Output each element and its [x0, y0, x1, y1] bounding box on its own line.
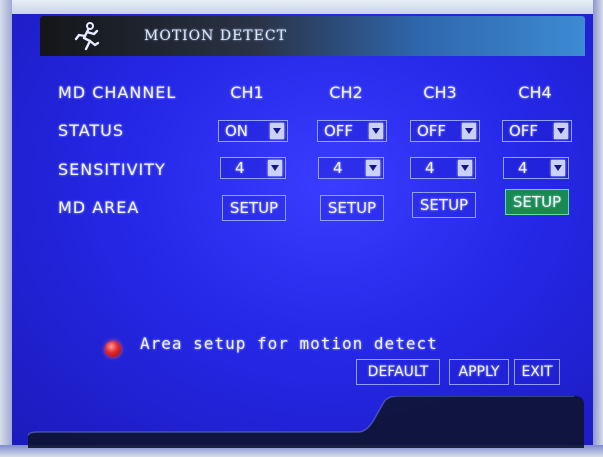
setup-button-ch3[interactable]: SETUP: [412, 192, 476, 218]
channel-header-ch2: CH2: [329, 83, 363, 102]
status-select-ch1[interactable]: ON: [218, 120, 288, 142]
sensitivity-value-ch3: 4: [425, 159, 435, 177]
running-man-icon: [74, 22, 100, 51]
sensitivity-select-ch3[interactable]: 4: [410, 157, 476, 179]
status-select-ch3[interactable]: OFF: [410, 120, 480, 142]
apply-button[interactable]: APPLY: [449, 359, 509, 385]
window-title: MOTION DETECT: [144, 28, 287, 44]
sensitivity-value-ch4: 4: [518, 159, 528, 177]
monitor-bezel-top: [0, 0, 603, 14]
sensitivity-select-ch2[interactable]: 4: [318, 157, 384, 179]
setup-button-ch4[interactable]: SETUP: [505, 189, 569, 215]
dropdown-arrow-icon[interactable]: [462, 123, 476, 139]
dropdown-arrow-icon[interactable]: [366, 160, 380, 176]
sensitivity-label: SENSITIVITY: [58, 160, 166, 179]
channel-header-ch3: CH3: [423, 83, 457, 102]
status-value-ch3: OFF: [417, 122, 447, 140]
hint-text: Area setup for motion detect: [140, 334, 438, 353]
monitor-bezel-left: [0, 0, 12, 457]
dropdown-arrow-icon[interactable]: [268, 160, 282, 176]
footer-panel: [28, 396, 584, 448]
dropdown-arrow-icon[interactable]: [270, 123, 284, 139]
status-select-ch4[interactable]: OFF: [502, 120, 572, 142]
monitor-bezel-right: [593, 0, 603, 457]
dropdown-arrow-icon[interactable]: [554, 123, 568, 139]
status-value-ch4: OFF: [509, 122, 539, 140]
setup-button-ch1[interactable]: SETUP: [222, 195, 286, 221]
title-bar: MOTION DETECT: [40, 16, 585, 56]
md-area-label: MD AREA: [58, 198, 140, 217]
channel-header-ch4: CH4: [518, 83, 552, 102]
channel-header-ch1: CH1: [230, 83, 264, 102]
md-channel-label: MD CHANNEL: [58, 83, 177, 102]
status-value-ch2: OFF: [324, 122, 354, 140]
status-select-ch2[interactable]: OFF: [317, 120, 387, 142]
default-button[interactable]: DEFAULT: [356, 359, 440, 385]
dropdown-arrow-icon[interactable]: [369, 123, 383, 139]
sensitivity-value-ch2: 4: [333, 159, 343, 177]
dvr-screen: MOTION DETECT MD CHANNEL STATUS SENSITIV…: [0, 0, 603, 457]
dropdown-arrow-icon[interactable]: [551, 160, 565, 176]
red-bulb-icon: [105, 341, 121, 357]
status-value-ch1: ON: [225, 122, 249, 140]
setup-button-ch2[interactable]: SETUP: [320, 195, 384, 221]
status-label: STATUS: [58, 121, 125, 140]
dropdown-arrow-icon[interactable]: [458, 160, 472, 176]
sensitivity-select-ch4[interactable]: 4: [503, 157, 569, 179]
sensitivity-select-ch1[interactable]: 4: [220, 157, 286, 179]
exit-button[interactable]: EXIT: [514, 359, 560, 385]
sensitivity-value-ch1: 4: [235, 159, 245, 177]
